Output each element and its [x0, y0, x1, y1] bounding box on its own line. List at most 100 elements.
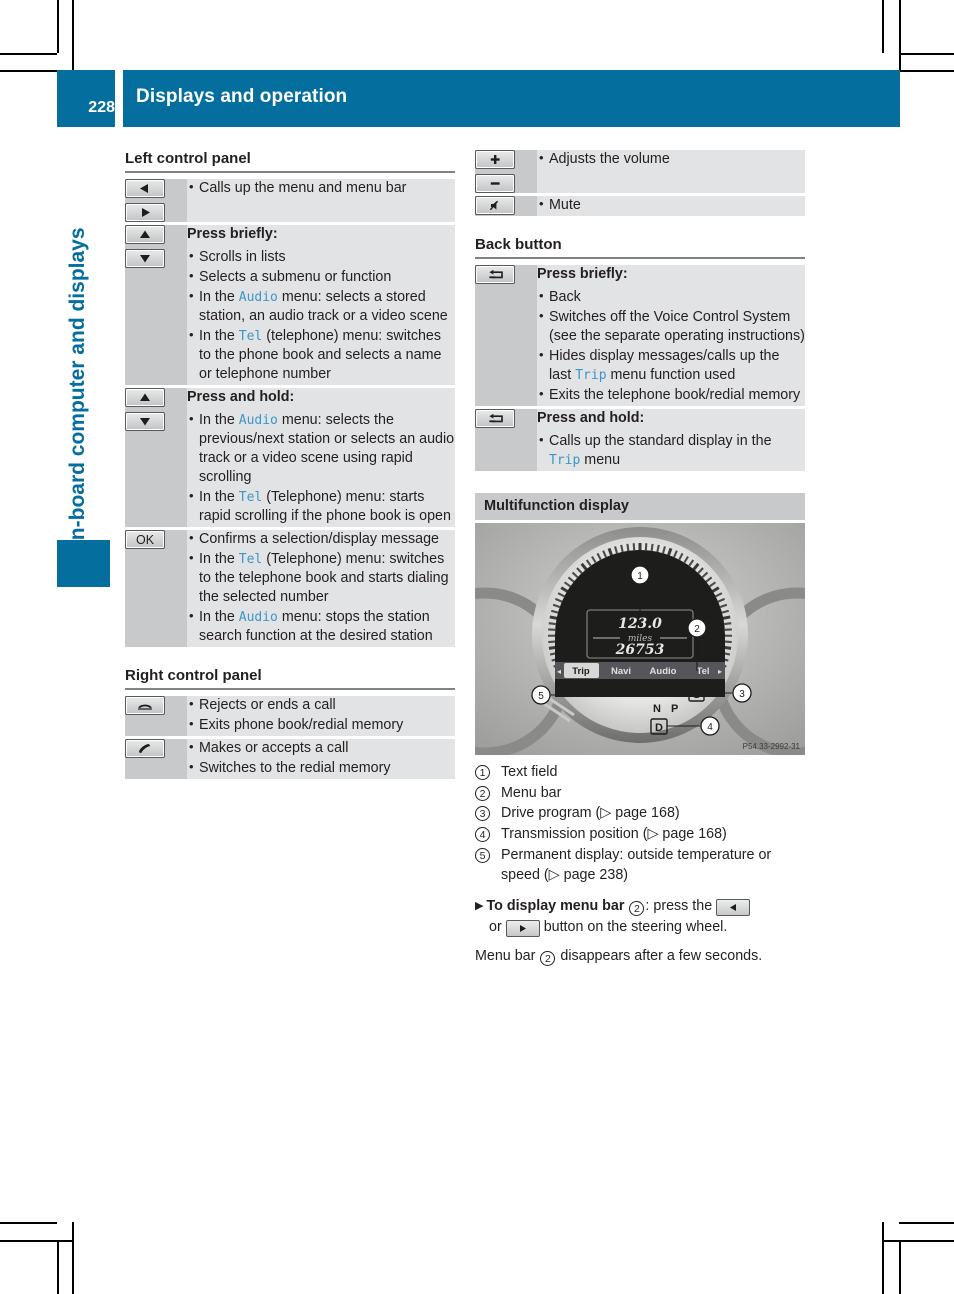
- body-text: menu: [580, 452, 621, 468]
- row-text-cell: Makes or accepts a call Switches to the r…: [187, 736, 455, 779]
- row-bullet-list: Calls up the menu and menu bar: [187, 178, 455, 198]
- bullet-item: Switches off the Voice Control System (s…: [537, 307, 805, 346]
- row-heading: Press and hold:: [537, 410, 645, 426]
- svg-text:P: P: [671, 703, 678, 715]
- crop-mark-br-h: [899, 1222, 954, 1224]
- body-text: Switches off the Voice Control System (s…: [549, 309, 805, 344]
- crop-mark-tl-h: [0, 53, 57, 55]
- up-arrow-icon[interactable]: [125, 225, 165, 244]
- menu-bar-note: Menu bar 2 disappears after a few second…: [475, 948, 805, 966]
- body-text: In the: [199, 489, 239, 505]
- row-bullet-list: In the Audio menu: selects the previous/…: [187, 410, 455, 526]
- menu-name-token: Audio: [238, 290, 278, 305]
- instrument-cluster-legend: 1 Text field 2 Menu bar 3 Drive program (▷ pa…: [475, 763, 805, 885]
- back-arrow-icon[interactable]: [475, 265, 515, 284]
- bullet-item: Exits the telephone book/redial memory: [537, 385, 805, 405]
- right-control-panel-rows: Rejects or ends a call Exits phone book/r…: [125, 695, 455, 779]
- back-arrow-icon[interactable]: [475, 409, 515, 428]
- legend-text: Permanent display: outside temperature o…: [501, 846, 772, 883]
- svg-text:2: 2: [694, 624, 700, 635]
- crop-mark-bl-v2: [72, 1222, 74, 1294]
- row-icon-cell: [475, 150, 537, 195]
- crop-mark-br-v: [882, 1222, 884, 1294]
- body-text: In the: [199, 609, 239, 625]
- instrument-cluster-photo: 2030405060708090100110120130140 123.0 mi…: [475, 523, 805, 755]
- left-arrow-button-inline[interactable]: [716, 899, 751, 917]
- left-arrow-icon[interactable]: [125, 179, 165, 198]
- legend-text: Text field: [501, 764, 558, 780]
- row-icon-cell: [125, 696, 187, 738]
- row-text-cell: Calls up the menu and menu bar: [187, 178, 455, 224]
- heading-rule: [125, 171, 455, 173]
- crop-mark-br-v2: [899, 1240, 901, 1294]
- hang-up-phone-icon[interactable]: [125, 696, 165, 715]
- crop-mark-br-h2: [882, 1240, 954, 1242]
- right-arrow-icon[interactable]: [125, 203, 165, 222]
- body-text: Adjusts the volume: [549, 151, 670, 167]
- bullet-item: Mute: [537, 195, 805, 215]
- body-text: Mute: [549, 197, 581, 213]
- legend-item: 2 Menu bar: [475, 784, 805, 804]
- up-arrow-icon[interactable]: [125, 388, 165, 407]
- row-bullet-list: Mute: [537, 195, 805, 215]
- svg-text:D: D: [655, 722, 663, 734]
- row-text-cell: Mute: [537, 193, 805, 216]
- pick-up-phone-icon[interactable]: [125, 739, 165, 758]
- svg-text:62°F: 62°F: [584, 684, 617, 698]
- plus-button-icon[interactable]: [475, 150, 515, 169]
- bullet-item: Selects a submenu or function: [187, 267, 455, 287]
- legend-number: 4: [475, 827, 490, 843]
- control-row: OK Confirms a selection/display message In…: [125, 527, 455, 647]
- row-icon-cell: [125, 385, 187, 529]
- crop-mark-bl-v: [57, 1240, 59, 1294]
- note-post: disappears after a few seconds.: [560, 947, 763, 964]
- row-bullet-list: Calls up the standard display in the Tri…: [537, 431, 805, 470]
- crop-mark-tl-v: [57, 0, 59, 53]
- svg-text:Navi: Navi: [611, 666, 631, 677]
- legend-item: 3 Drive program (▷ page 168): [475, 804, 805, 824]
- menu-name-token: Trip: [549, 453, 581, 468]
- bullet-item: In the Audio menu: stops the station sea…: [187, 607, 455, 646]
- body-text: Confirms a selection/display message: [199, 531, 439, 547]
- left-control-panel-rows: Calls up the menu and menu bar Press brie…: [125, 178, 455, 647]
- right-control-panel-heading: Right control panel: [125, 667, 262, 684]
- menu-name-token: Tel: [238, 552, 263, 567]
- ok-button-icon[interactable]: OK: [125, 530, 165, 549]
- right-arrow-button-inline[interactable]: [505, 920, 540, 938]
- back-button-rows: Press briefly: Back Switches off the Voice…: [475, 265, 805, 471]
- svg-text:R: R: [660, 686, 668, 698]
- body-text: Selects a submenu or function: [199, 269, 392, 285]
- row-text-cell: Press and hold: In the Audio menu: select…: [187, 385, 455, 529]
- body-text: Calls up the menu and menu bar: [199, 180, 407, 196]
- mute-speaker-icon[interactable]: [475, 196, 515, 215]
- menu-name-token: Audio: [238, 413, 278, 428]
- legend-number: 1: [475, 765, 490, 780]
- chapter-side-tab-marker: [57, 540, 110, 587]
- instruction-tail: button on the steering wheel.: [543, 919, 728, 936]
- down-arrow-icon[interactable]: [125, 412, 165, 431]
- body-text: In the: [199, 289, 239, 305]
- row-text-cell: Press briefly: Scrolls in lists Selects a …: [187, 222, 455, 387]
- minus-button-icon[interactable]: [475, 174, 515, 193]
- body-text: Exits the telephone book/redial memory: [549, 387, 801, 403]
- bullet-item: Exits phone book/redial memory: [187, 715, 455, 735]
- instrument-cluster-illustration: 2030405060708090100110120130140 123.0 mi…: [475, 523, 805, 755]
- right-control-panel-table: Rejects or ends a call Exits phone book/r…: [125, 695, 455, 779]
- control-row: Press briefly: Scrolls in lists Selects a …: [125, 222, 455, 387]
- down-arrow-icon[interactable]: [125, 249, 165, 268]
- control-row: Press briefly: Back Switches off the Voice…: [475, 265, 805, 408]
- row-text-cell: Adjusts the volume: [537, 149, 805, 195]
- note-pre: Menu bar: [475, 947, 536, 964]
- body-text: In the: [199, 328, 239, 344]
- row-icon-cell: OK: [125, 527, 187, 647]
- svg-text:5: 5: [538, 691, 544, 702]
- legend-item: 1 Text field: [475, 763, 805, 783]
- control-row: Mute: [475, 193, 805, 216]
- control-row: Press and hold: In the Audio menu: select…: [125, 385, 455, 529]
- legend-number: 3: [475, 806, 490, 822]
- crop-mark-tr-h: [899, 53, 954, 55]
- row-heading: Press and hold:: [187, 389, 295, 405]
- menu-name-token: Tel: [238, 329, 263, 344]
- row-icon-cell: [125, 222, 187, 387]
- legend-item: 5 Permanent display: outside temperature …: [475, 846, 805, 885]
